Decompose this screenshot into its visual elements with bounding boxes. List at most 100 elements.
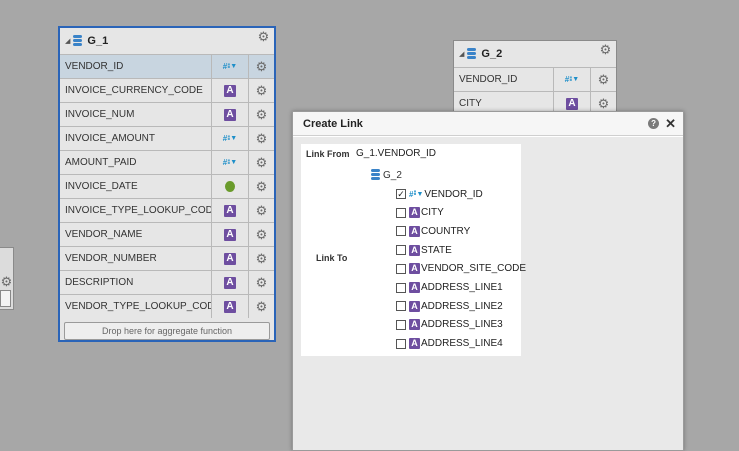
string-type-icon: A bbox=[224, 276, 236, 289]
column-gear-cell[interactable]: ⚙ bbox=[248, 223, 274, 246]
string-type-icon: A bbox=[224, 204, 236, 217]
checkbox[interactable] bbox=[396, 319, 406, 330]
column-gear-cell[interactable]: ⚙ bbox=[248, 151, 274, 174]
tree-root-g2[interactable]: G_2 bbox=[371, 169, 402, 181]
create-link-dialog: Create Link ? ✕ Link From G_1.VENDOR_ID … bbox=[292, 111, 684, 451]
partial-group-edge[interactable]: ⚙ bbox=[0, 247, 14, 310]
checkbox[interactable] bbox=[396, 226, 406, 237]
string-type-icon: A bbox=[409, 282, 420, 293]
column-gear-cell[interactable]: ⚙ bbox=[248, 79, 274, 102]
group-row[interactable]: INVOICE_CURRENCY_CODE A ⚙ bbox=[60, 78, 274, 102]
gear-icon[interactable]: ⚙ bbox=[255, 180, 268, 193]
gear-icon[interactable]: ⚙ bbox=[255, 204, 268, 217]
group-row[interactable]: INVOICE_DATE ⚙ bbox=[60, 174, 274, 198]
link-target-item[interactable]: A CITY bbox=[396, 206, 444, 220]
column-gear-cell[interactable]: ⚙ bbox=[248, 103, 274, 126]
column-type-cell[interactable] bbox=[211, 175, 248, 198]
group-row[interactable]: VENDOR_NUMBER A ⚙ bbox=[60, 246, 274, 270]
group-g1-header[interactable]: ◢ G_1 ⚙ bbox=[60, 28, 274, 54]
link-target-item[interactable]: A ADDRESS_LINE1 bbox=[396, 281, 503, 295]
string-type-icon: A bbox=[409, 244, 420, 256]
column-gear-cell[interactable]: ⚙ bbox=[248, 295, 274, 318]
collapse-triangle-icon[interactable]: ◢ bbox=[65, 37, 70, 45]
checkbox[interactable] bbox=[396, 207, 406, 218]
column-gear-cell[interactable]: ⚙ bbox=[248, 55, 274, 78]
column-type-cell[interactable]: #​ ⁞⁞ ▼ bbox=[211, 151, 248, 174]
string-type-icon: A bbox=[409, 319, 420, 331]
group-row[interactable]: VENDOR_ID #​ ⁞⁞ ▼ ⚙ bbox=[454, 67, 616, 91]
gear-icon[interactable]: ⚙ bbox=[255, 252, 268, 265]
partial-drop-zone[interactable] bbox=[0, 290, 11, 307]
group-g1[interactable]: ◢ G_1 ⚙ VENDOR_ID #​ ⁞⁞ ▼ ⚙ INVOICE_CURRENCY_… bbox=[58, 26, 276, 342]
dialog-header: Create Link ? ✕ bbox=[293, 112, 683, 136]
group-row[interactable]: DESCRIPTION A ⚙ bbox=[60, 270, 274, 294]
aggregate-drop-zone[interactable]: Drop here for aggregate function bbox=[64, 322, 270, 340]
gear-icon[interactable]: ⚙ bbox=[597, 73, 610, 86]
gear-icon[interactable]: ⚙ bbox=[255, 300, 268, 313]
column-type-cell[interactable]: A bbox=[211, 79, 248, 102]
column-gear-cell[interactable]: ⚙ bbox=[590, 68, 616, 91]
gear-icon[interactable]: ⚙ bbox=[255, 60, 268, 73]
column-type-cell[interactable]: A bbox=[211, 295, 248, 318]
link-target-item[interactable]: A ADDRESS_LINE2 bbox=[396, 299, 503, 313]
help-icon[interactable]: ? bbox=[648, 118, 660, 129]
column-name: VENDOR_NAME bbox=[65, 229, 143, 240]
string-type-icon: A bbox=[409, 207, 420, 219]
checkbox[interactable]: ✓ bbox=[396, 189, 406, 199]
column-type-cell[interactable]: A bbox=[211, 223, 248, 246]
checkbox[interactable] bbox=[396, 263, 406, 274]
gear-icon[interactable]: ⚙ bbox=[255, 108, 268, 121]
link-target-item[interactable]: A STATE bbox=[396, 243, 452, 257]
group-row[interactable]: INVOICE_TYPE_LOOKUP_CODE A ⚙ bbox=[60, 198, 274, 222]
gear-icon[interactable]: ⚙ bbox=[255, 228, 268, 241]
checkbox[interactable] bbox=[396, 282, 406, 293]
gear-icon[interactable]: ⚙ bbox=[255, 132, 268, 145]
column-gear-cell[interactable]: ⚙ bbox=[248, 199, 274, 222]
gear-icon[interactable]: ⚙ bbox=[255, 84, 268, 97]
group-row[interactable]: VENDOR_TYPE_LOOKUP_CODE A ⚙ bbox=[60, 294, 274, 318]
group-row[interactable]: AMOUNT_PAID #​ ⁞⁞ ▼ ⚙ bbox=[60, 150, 274, 174]
group-row[interactable]: INVOICE_AMOUNT #​ ⁞⁞ ▼ ⚙ bbox=[60, 126, 274, 150]
gear-icon[interactable]: ⚙ bbox=[597, 97, 610, 110]
column-type-cell[interactable]: A bbox=[211, 199, 248, 222]
group-g2-gear-icon[interactable]: ⚙ bbox=[599, 43, 612, 56]
link-target-item[interactable]: ✓ #​ ⁞⁞ ▼ VENDOR_ID bbox=[396, 187, 483, 201]
checkbox[interactable] bbox=[396, 338, 406, 349]
link-target-label: STATE bbox=[421, 244, 452, 256]
column-type-cell[interactable]: #​ ⁞⁞ ▼ bbox=[553, 68, 590, 91]
link-target-item[interactable]: A COUNTRY bbox=[396, 224, 470, 238]
group-g1-gear-icon[interactable]: ⚙ bbox=[257, 30, 270, 43]
link-target-label: ADDRESS_LINE1 bbox=[421, 282, 503, 293]
column-name: DESCRIPTION bbox=[65, 277, 134, 288]
column-name: VENDOR_ID bbox=[65, 61, 124, 72]
column-gear-cell[interactable]: ⚙ bbox=[248, 247, 274, 270]
column-name: AMOUNT_PAID bbox=[65, 157, 137, 168]
group-row[interactable]: VENDOR_NAME A ⚙ bbox=[60, 222, 274, 246]
group-row[interactable]: VENDOR_ID #​ ⁞⁞ ▼ ⚙ bbox=[60, 54, 274, 78]
column-type-cell[interactable]: A bbox=[211, 271, 248, 294]
group-g2[interactable]: ◢ G_2 ⚙ VENDOR_ID #​ ⁞⁞ ▼ ⚙ CITY A ⚙ bbox=[453, 40, 617, 120]
link-target-item[interactable]: A ADDRESS_LINE3 bbox=[396, 318, 503, 332]
database-icon bbox=[467, 48, 477, 60]
checkbox[interactable] bbox=[396, 245, 406, 256]
link-target-item[interactable]: A VENDOR_SITE_CODE bbox=[396, 262, 526, 276]
data-model-canvas[interactable]: ◢ G_1 ⚙ VENDOR_ID #​ ⁞⁞ ▼ ⚙ INVOICE_CURRENCY_… bbox=[0, 0, 739, 451]
gear-icon[interactable]: ⚙ bbox=[0, 275, 13, 288]
group-g2-header[interactable]: ◢ G_2 ⚙ bbox=[454, 41, 616, 67]
column-type-cell[interactable]: A bbox=[211, 247, 248, 270]
gear-icon[interactable]: ⚙ bbox=[255, 276, 268, 289]
column-type-cell[interactable]: #​ ⁞⁞ ▼ bbox=[211, 55, 248, 78]
checkbox[interactable] bbox=[396, 301, 406, 312]
group-row[interactable]: INVOICE_NUM A ⚙ bbox=[60, 102, 274, 126]
column-type-cell[interactable]: A bbox=[211, 103, 248, 126]
gear-icon[interactable]: ⚙ bbox=[255, 156, 268, 169]
link-target-item[interactable]: A ADDRESS_LINE4 bbox=[396, 337, 503, 351]
link-target-label: VENDOR_SITE_CODE bbox=[421, 263, 527, 275]
column-gear-cell[interactable]: ⚙ bbox=[248, 127, 274, 150]
dialog-title: Create Link bbox=[303, 117, 363, 130]
column-gear-cell[interactable]: ⚙ bbox=[248, 271, 274, 294]
column-type-cell[interactable]: #​ ⁞⁞ ▼ bbox=[211, 127, 248, 150]
collapse-triangle-icon[interactable]: ◢ bbox=[459, 50, 464, 58]
close-icon[interactable]: ✕ bbox=[665, 117, 676, 130]
column-gear-cell[interactable]: ⚙ bbox=[248, 175, 274, 198]
